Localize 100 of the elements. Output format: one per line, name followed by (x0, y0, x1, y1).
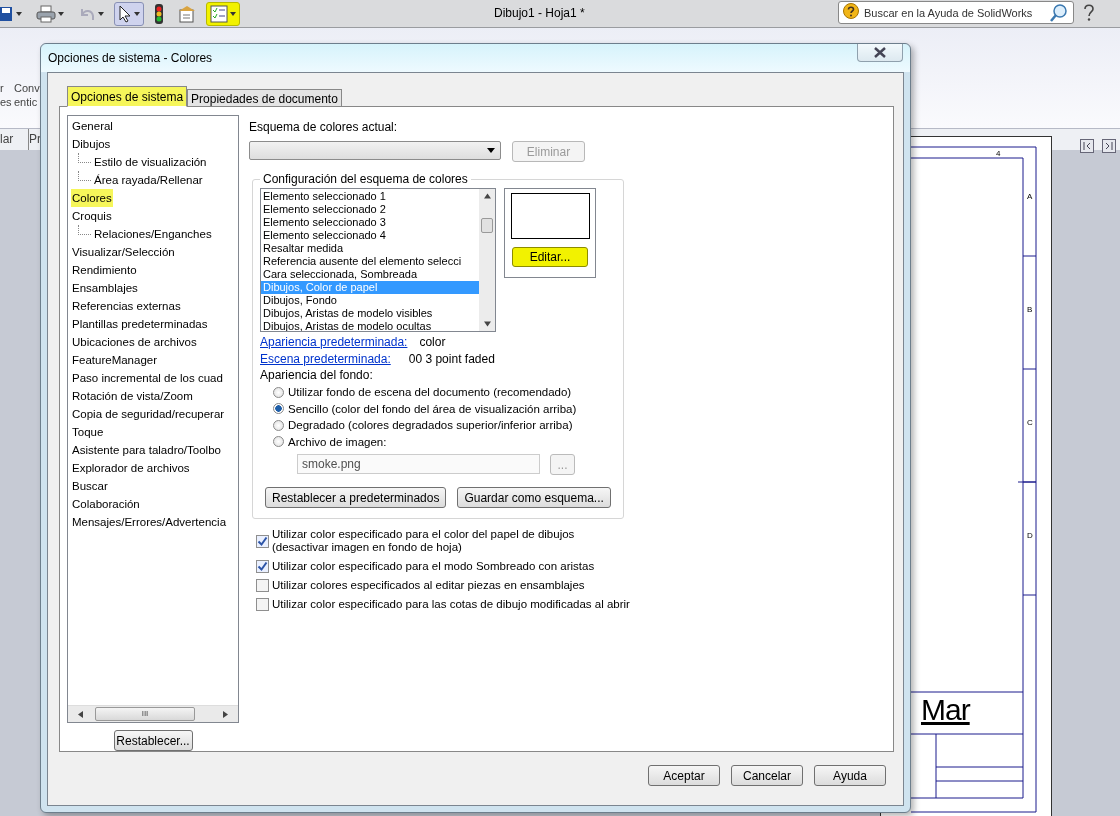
checkbox-label: Utilizar color especificado para el modo Sombreado con aristas (272, 560, 595, 573)
zone-label: B (1027, 305, 1033, 314)
list-item[interactable]: Referencia ausente del elemento selecci (261, 255, 479, 268)
radio-label: Sencillo (color del fondo del área de visualización arriba) (288, 402, 577, 415)
pointer-icon (118, 4, 132, 23)
link-value: color (419, 335, 446, 349)
zone-label: D (1027, 531, 1033, 540)
radio-button[interactable] (273, 386, 284, 398)
scrollbar-thumb[interactable]: III (95, 707, 195, 722)
caret-icon[interactable] (16, 11, 22, 16)
reset-button[interactable]: Restablecer... (113, 730, 193, 751)
panel-right-icon[interactable] (1102, 139, 1116, 153)
scrollbar-thumb[interactable] (481, 218, 493, 233)
tree-item[interactable]: Asistente para taladro/Toolbo (71, 441, 222, 459)
checklist-icon (210, 4, 228, 23)
tree-item[interactable]: Rotación de vista/Zoom (71, 387, 194, 405)
tree-item[interactable]: Visualizar/Selección (71, 243, 176, 261)
radio-label: Degradado (colores degradados superior/inferior arriba) (288, 419, 573, 432)
tree-item[interactable]: Dibujos (71, 135, 112, 153)
link[interactable]: Apariencia predeterminada: (260, 335, 408, 349)
ribbon-label: Conv (14, 82, 40, 94)
tree-item[interactable]: FeatureManager (71, 351, 159, 369)
radio-label: Archivo de imagen: (288, 435, 387, 448)
ribbon-label: entic (14, 96, 38, 108)
checkbox[interactable] (256, 560, 269, 573)
background-label: Apariencia del fondo: (260, 368, 374, 384)
link[interactable]: Escena predeterminada: (260, 352, 391, 366)
horizontal-scrollbar[interactable]: III (68, 705, 238, 723)
checkbox-label: Utilizar color especificado para el color del papel de dibujos (desactivar imagen en fondo de hoja) (272, 528, 575, 554)
tree-item[interactable]: Toque (71, 423, 105, 441)
checkbox[interactable] (256, 534, 269, 548)
list-item[interactable]: Elemento seleccionado 1 (261, 190, 479, 203)
tree-item[interactable]: Copia de seguridad/recuperar (71, 405, 226, 423)
edit-button[interactable]: Editar... (512, 247, 588, 267)
list-item[interactable]: Resaltar medida (261, 242, 479, 255)
traffic-light-icon (154, 3, 164, 24)
dialog-button[interactable]: Aceptar (648, 765, 720, 786)
scheme-button[interactable]: Guardar como esquema... (457, 487, 611, 508)
ribbon-label: r (0, 82, 4, 94)
printer-icon (36, 4, 56, 23)
tree-item[interactable]: Colores (71, 189, 113, 207)
tree-item[interactable]: Buscar (71, 477, 109, 495)
caret-icon[interactable] (58, 11, 64, 16)
ribbon-label: es (0, 96, 12, 108)
tree-item[interactable]: Explorador de archivos (71, 459, 191, 477)
zone-label: 4 (996, 149, 1001, 158)
scheme-button[interactable]: Restablecer a predeterminados (265, 487, 447, 508)
vertical-scrollbar[interactable] (479, 189, 495, 331)
link-value: 00 3 point faded (408, 352, 495, 366)
tab[interactable]: Opciones de sistema (67, 86, 188, 107)
dialog-button[interactable]: Cancelar (731, 765, 803, 786)
dialog-title: Opciones de sistema - Colores (48, 51, 213, 65)
panel-left-icon[interactable] (1080, 139, 1094, 153)
dialog-button[interactable]: Ayuda (814, 765, 886, 786)
zone-label: A (1027, 192, 1033, 201)
list-item[interactable]: Elemento seleccionado 2 (261, 203, 479, 216)
tree-item[interactable]: General (71, 117, 114, 135)
help-icon[interactable] (1082, 4, 1096, 22)
tree-item[interactable]: Mensajes/Errores/Advertencia (71, 513, 228, 531)
list-item[interactable]: Elemento seleccionado 3 (261, 216, 479, 229)
tree-item[interactable]: Ubicaciones de archivos (71, 333, 198, 351)
list-item[interactable]: Dibujos, Aristas de modelo visibles (261, 307, 479, 320)
search-icon[interactable] (1049, 3, 1069, 23)
group-title: Configuración del esquema de colores (262, 172, 469, 186)
logo-text: Mar (921, 693, 970, 727)
tree-item[interactable]: Plantillas predeterminadas (71, 315, 209, 333)
checkbox-label: Utilizar colores especificados al editar piezas en ensamblajes (272, 579, 585, 592)
window-title: Dibujo1 - Hoja1 * (494, 6, 585, 20)
zone-label: C (1027, 418, 1033, 427)
radio-button[interactable] (273, 436, 284, 448)
close-button[interactable] (857, 44, 903, 62)
tree-item[interactable]: Colaboración (71, 495, 141, 513)
radio-label: Utilizar fondo de escena del documento (recomendado) (288, 386, 572, 399)
dropdown-arrow-icon (487, 148, 495, 153)
radio-button[interactable] (273, 403, 284, 415)
radio-button[interactable] (273, 419, 284, 431)
caret-icon[interactable] (98, 11, 104, 16)
tree-item[interactable]: Estilo de visualización (93, 153, 208, 171)
checkbox[interactable] (256, 579, 269, 592)
list-item[interactable]: Elemento seleccionado 4 (261, 229, 479, 242)
tree-item[interactable]: Paso incremental de los cuad (71, 369, 224, 387)
close-icon (873, 47, 887, 58)
tree-item[interactable]: Rendimiento (71, 261, 138, 279)
caret-icon[interactable] (230, 11, 236, 16)
tree-item[interactable]: Croquis (71, 207, 113, 225)
caret-icon[interactable] (134, 11, 140, 16)
checkbox-label: Utilizar color especificado para las cotas de dibujo modificadas al abrir (272, 598, 630, 611)
checkbox[interactable] (256, 598, 269, 611)
tree-item[interactable]: Ensamblajes (71, 279, 139, 297)
search-field[interactable]: Buscar en la Ayuda de SolidWorks (838, 1, 1074, 24)
tab[interactable]: Propiedades de documento (187, 89, 342, 107)
scheme-label: Esquema de colores actual: (249, 120, 399, 136)
tree-item[interactable]: Relaciones/Enganches (93, 225, 213, 243)
list-item[interactable]: Cara seleccionada, Sombreada (261, 268, 479, 281)
tree-item[interactable]: Área rayada/Rellenar (93, 171, 204, 189)
scheme-dropdown[interactable] (249, 141, 501, 160)
select-button[interactable] (114, 1, 144, 26)
tree-item[interactable]: Referencias externas (71, 297, 182, 315)
list-item[interactable]: Dibujos, Fondo (261, 294, 479, 307)
document-properties-icon (178, 4, 196, 23)
